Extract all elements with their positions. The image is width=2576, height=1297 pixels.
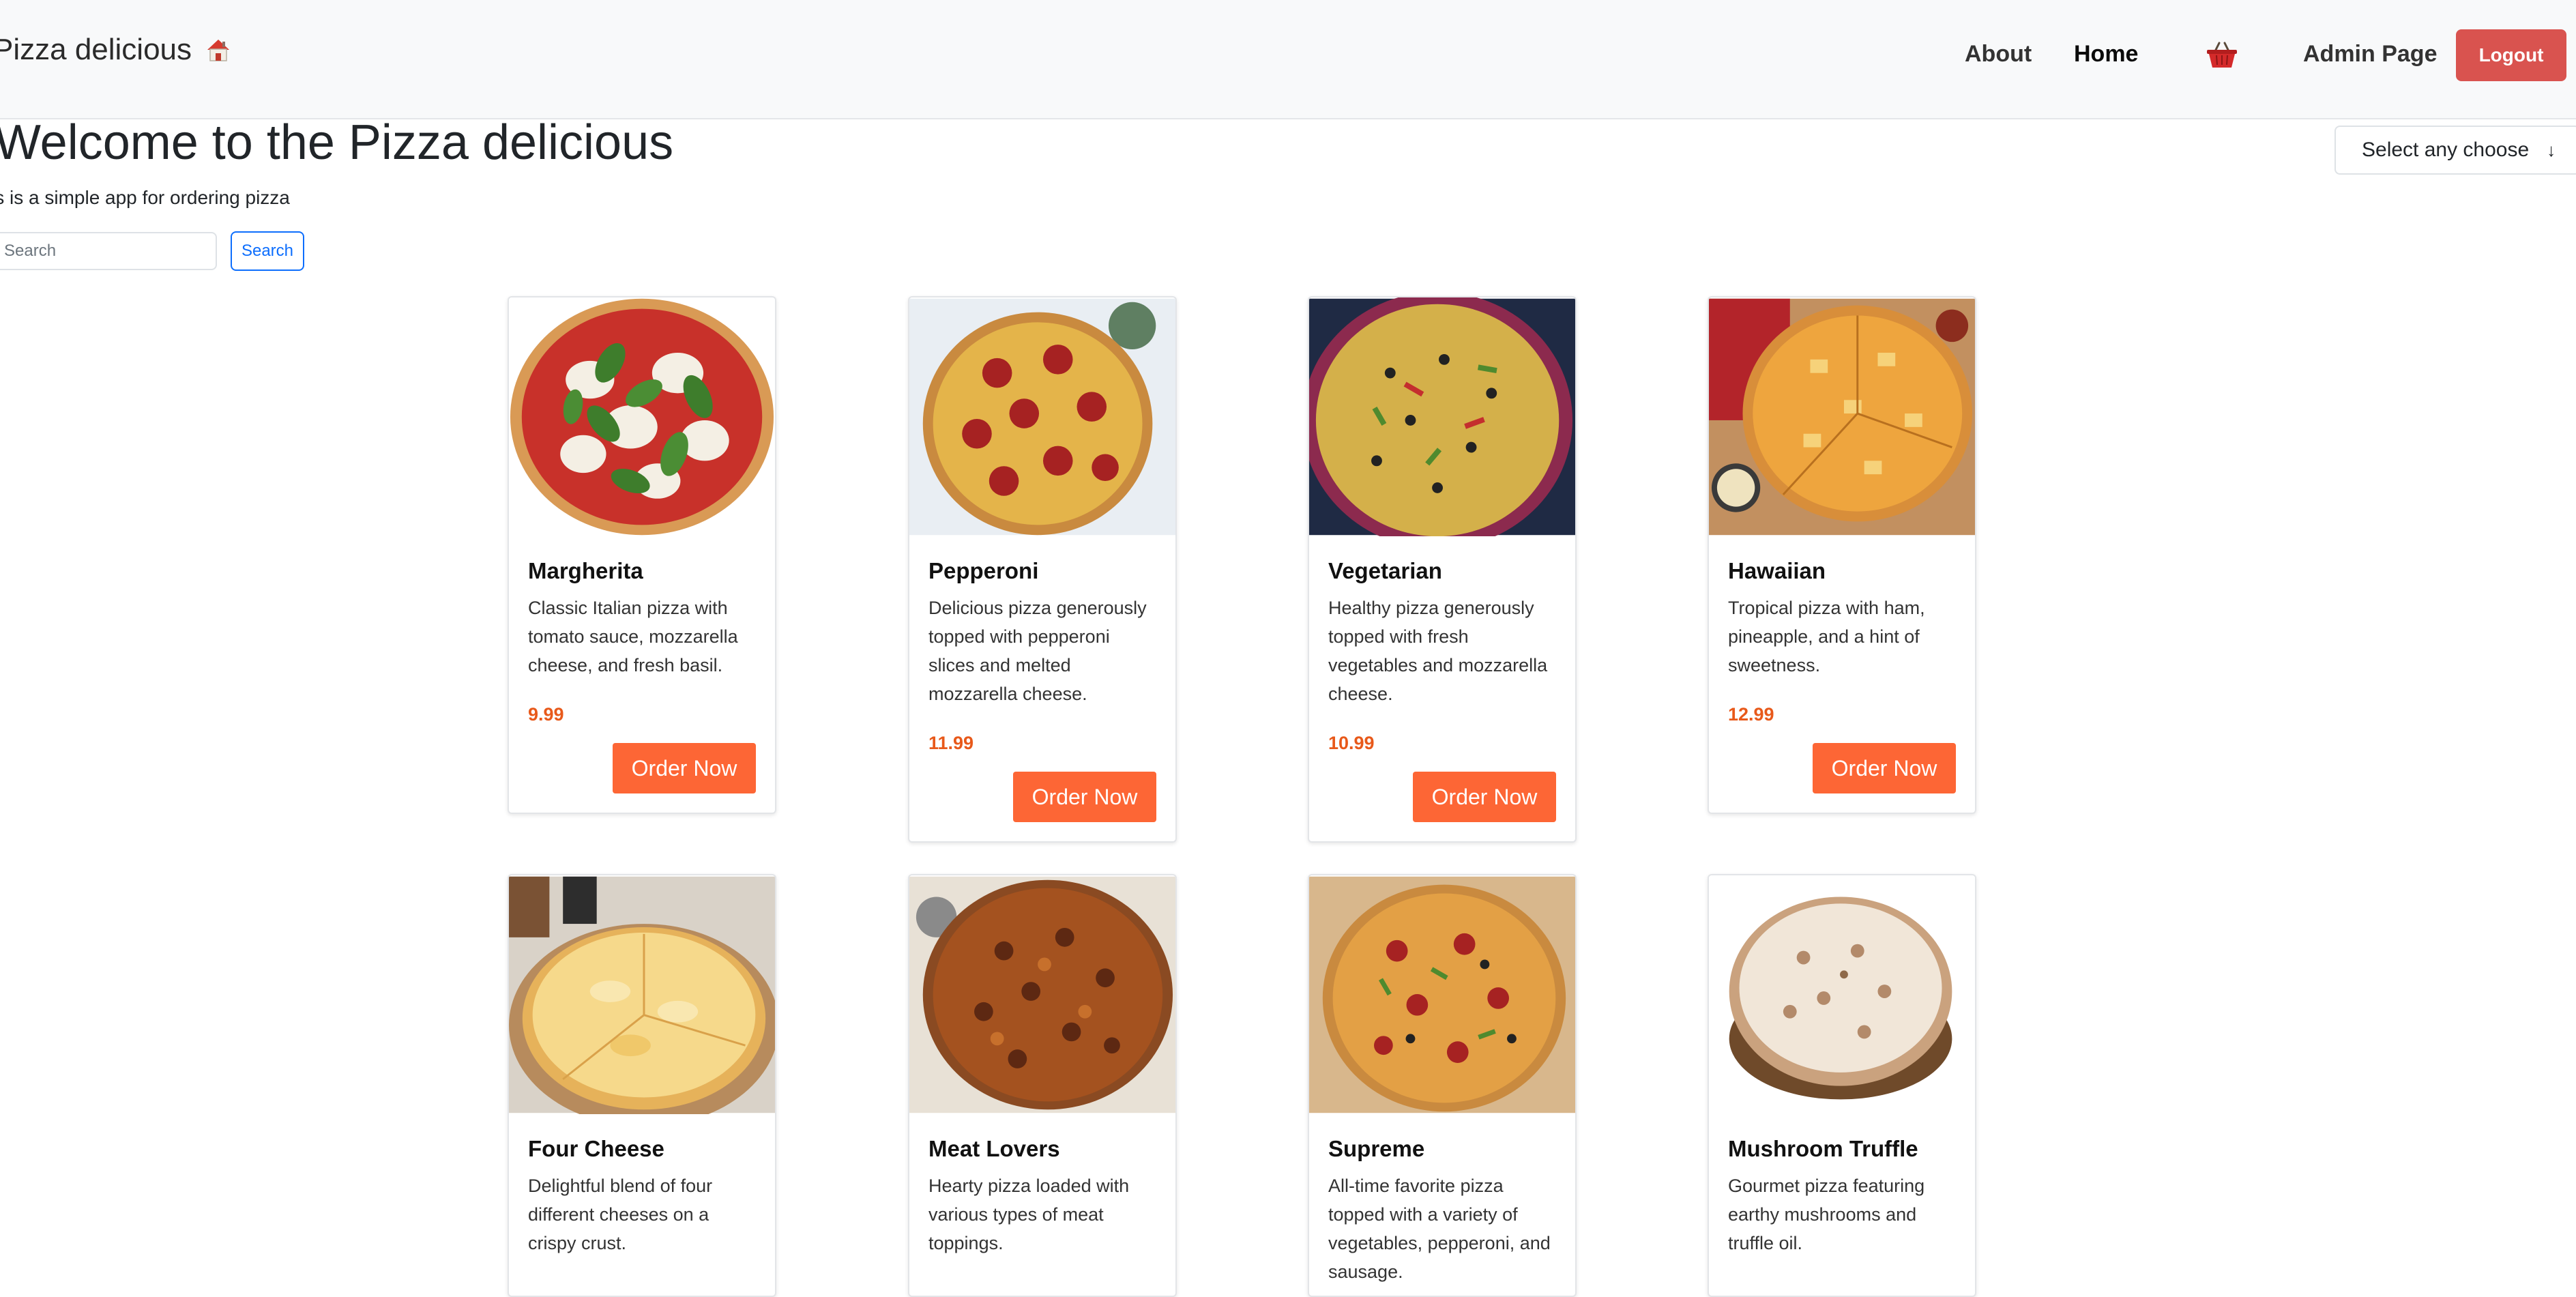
product-name: Hawaiian: [1728, 558, 1826, 583]
order-now-button[interactable]: Order Now: [1813, 743, 1956, 793]
brand-name: Pizza delicious: [0, 33, 192, 66]
product-description: Delightful blend of four different chees…: [528, 1176, 713, 1253]
product-card: Hawaiian Tropical pizza with ham, pineap…: [1708, 296, 1976, 814]
product-card: Mushroom Truffle Gourmet pizza featuring…: [1708, 874, 1976, 1297]
filter-select-label: Select any choose: [2362, 139, 2530, 161]
house-icon: [205, 37, 231, 63]
filter-select[interactable]: Select any choose ↓: [2334, 126, 2576, 175]
product-price: 10.99: [1328, 733, 1375, 753]
arrow-down-icon: ↓: [2547, 139, 2556, 160]
product-description: All-time favorite pizza topped with a va…: [1328, 1176, 1551, 1282]
nav-link-home[interactable]: Home: [2074, 41, 2138, 68]
order-now-button[interactable]: Order Now: [613, 743, 756, 793]
meat-lovers-image: [909, 876, 1175, 1113]
pepperoni-image: [909, 298, 1175, 536]
search-input[interactable]: [0, 232, 217, 270]
product-description: Hearty pizza loaded with various types o…: [928, 1176, 1130, 1253]
product-description: Healthy pizza generously topped with fre…: [1328, 598, 1548, 704]
vegetarian-image: [1309, 297, 1575, 536]
admin-page-link[interactable]: Admin Page: [2303, 41, 2437, 68]
product-price: 11.99: [928, 733, 974, 753]
shopping-basket-icon: [2206, 40, 2238, 74]
product-card: Meat Lovers Hearty pizza loaded with var…: [908, 874, 1177, 1297]
brand-link[interactable]: Pizza delicious: [0, 33, 231, 67]
logout-button[interactable]: Logout: [2456, 29, 2566, 81]
nav-link-about[interactable]: About: [1965, 41, 2032, 68]
product-card: Supreme All-time favorite pizza topped w…: [1308, 874, 1577, 1297]
product-card: Pepperoni Delicious pizza generously top…: [908, 296, 1177, 843]
product-name: Supreme: [1328, 1136, 1425, 1161]
page-subtitle: is is a simple app for ordering pizza: [0, 187, 290, 208]
supreme-image: [1309, 876, 1575, 1113]
order-now-button[interactable]: Order Now: [1413, 772, 1556, 822]
product-price: 12.99: [1728, 704, 1774, 725]
product-description: Tropical pizza with ham, pineapple, and …: [1728, 598, 1925, 675]
product-price: 9.99: [528, 704, 564, 725]
product-name: Four Cheese: [528, 1136, 664, 1161]
product-description: Gourmet pizza featuring earthy mushrooms…: [1728, 1176, 1925, 1253]
navbar: Pizza delicious About Home Admin Page Lo…: [0, 0, 2576, 119]
mushroom-truffle-image: [1709, 876, 1975, 1113]
cart-button[interactable]: [2204, 40, 2240, 74]
product-name: Pepperoni: [928, 558, 1039, 583]
search-button[interactable]: Search: [231, 231, 304, 271]
product-description: Delicious pizza generously topped with p…: [928, 598, 1147, 704]
product-card: Vegetarian Healthy pizza generously topp…: [1308, 296, 1577, 843]
order-now-button[interactable]: Order Now: [1013, 772, 1156, 822]
product-card: Four Cheese Delightful blend of four dif…: [508, 874, 776, 1297]
product-name: Margherita: [528, 558, 643, 583]
product-description: Classic Italian pizza with tomato sauce,…: [528, 598, 738, 675]
product-name: Mushroom Truffle: [1728, 1136, 1918, 1161]
hawaiian-image: [1709, 298, 1975, 536]
product-name: Meat Lovers: [928, 1136, 1060, 1161]
page-title: Welcome to the Pizza delicious: [0, 115, 674, 170]
product-card: Margherita Classic Italian pizza with to…: [508, 296, 776, 814]
margherita-image: [509, 298, 775, 536]
product-name: Vegetarian: [1328, 558, 1442, 583]
four-cheese-image: [509, 876, 775, 1114]
